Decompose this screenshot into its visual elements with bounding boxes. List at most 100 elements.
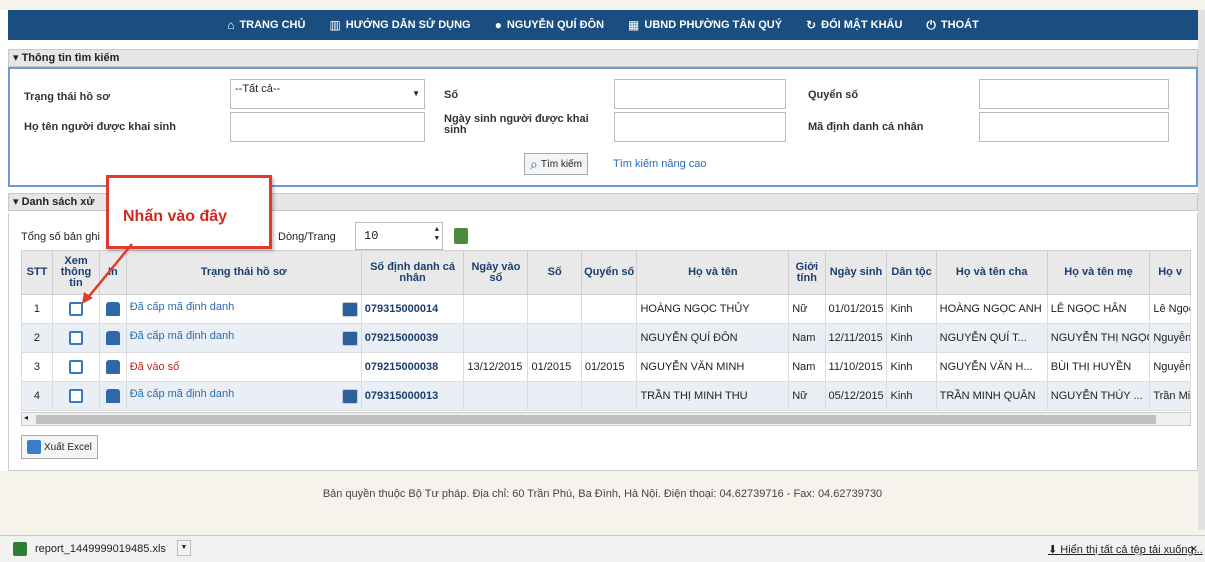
cell: Kinh [886, 352, 937, 382]
col-header[interactable]: Trạng thái hồ sơ [125, 250, 362, 295]
col-header[interactable]: Giới tính [788, 250, 826, 295]
refresh-icon: ↻ [806, 18, 817, 32]
search-panel-header[interactable]: ▾ Thông tin tìm kiếm [8, 49, 1198, 67]
col-header[interactable]: Họ và tên [636, 250, 790, 295]
printer-icon[interactable] [105, 331, 120, 345]
close-icon[interactable]: × [1190, 541, 1198, 556]
row-stt: 3 [21, 352, 53, 382]
chevron-down-icon[interactable]: ▼ [177, 540, 191, 556]
col-header[interactable]: Ngày vào sổ [463, 250, 529, 295]
export-excel-button[interactable]: Xuất Excel [21, 435, 98, 459]
view-details-icon[interactable] [68, 331, 83, 345]
building-icon: ▦ [628, 18, 640, 32]
nav-logout[interactable]: ⏻ THOÁT [914, 18, 990, 33]
download-filename[interactable]: report_1449999019485.xls [35, 543, 166, 555]
col-header[interactable]: Dân tộc [886, 250, 937, 295]
so-label: Số [444, 89, 459, 101]
id-cell: 079215000038 [360, 352, 465, 382]
advanced-search-link[interactable]: Tìm kiếm nâng cao [613, 158, 707, 170]
quyen-so-input[interactable] [979, 79, 1169, 109]
top-navbar: ⌂ TRANG CHỦ ▥ HƯỚNG DẪN SỬ DỤNG ● NGUYỄN QU… [8, 10, 1198, 40]
view-cell[interactable] [51, 323, 101, 353]
footer [0, 471, 1205, 535]
name-input[interactable] [230, 112, 425, 142]
printer-icon[interactable] [105, 389, 120, 403]
cell [463, 381, 529, 411]
cell: Nữ [788, 381, 826, 411]
view-cell[interactable] [51, 381, 101, 411]
nav-org[interactable]: ▦ UBND PHƯỜNG TÂN QUÝ [616, 18, 794, 32]
rows-per-page-stepper[interactable]: 10 ▲ ▼ [355, 222, 443, 250]
id-label: Mã định danh cá nhân [808, 121, 924, 133]
printer-icon[interactable] [105, 360, 120, 374]
name-cell: HOÀNG NGỌC THỦY [636, 294, 790, 324]
cell: NGUYỄN QUÍ T... [935, 323, 1048, 353]
cell [463, 323, 529, 353]
id-cell: 079215000039 [360, 323, 465, 353]
status-select[interactable]: --Tất cả-- ▼ [230, 79, 425, 109]
nav-user[interactable]: ● NGUYỄN QUÍ ĐÔN [483, 18, 616, 32]
book-icon: ▥ [329, 18, 341, 32]
nav-change-password[interactable]: ↻ ĐỔI MẬT KHẨU [794, 18, 914, 32]
book-icon[interactable] [341, 331, 358, 346]
print-cell[interactable] [99, 352, 127, 382]
col-header[interactable]: Ngày sinh [824, 250, 888, 295]
book-icon[interactable] [341, 302, 358, 317]
id-cell: 079315000013 [360, 381, 465, 411]
col-header[interactable]: STT [21, 250, 53, 295]
table-row[interactable]: 2 Đã cấp mã định danh 079215000039 NGUYỄ… [21, 323, 1191, 353]
scroll-left-icon[interactable]: ◂ [24, 413, 28, 422]
print-cell[interactable] [99, 323, 127, 353]
col-header[interactable]: Họ v [1149, 250, 1191, 295]
vertical-scrollbar[interactable] [1198, 10, 1205, 530]
so-input[interactable] [614, 79, 786, 109]
show-all-downloads-link[interactable]: ⬇ Hiển thị tất cả tệp tải xuống... [1048, 543, 1203, 556]
cell: Nam [788, 352, 826, 382]
book-icon[interactable] [341, 389, 358, 404]
nav-guide[interactable]: ▥ HƯỚNG DẪN SỬ DỤNG [317, 18, 482, 32]
excel-file-icon [13, 542, 27, 556]
dob-input[interactable] [614, 112, 786, 142]
cell: Nguyễn [1149, 323, 1191, 353]
spin-arrows-icon[interactable]: ▲ ▼ [435, 226, 439, 244]
power-icon: ⏻ [926, 17, 936, 32]
horizontal-scrollbar[interactable]: ◂ [21, 412, 1191, 426]
cell: Kinh [886, 381, 937, 411]
name-cell: NGUYỄN QUÍ ĐÔN [636, 323, 790, 353]
col-header[interactable]: Họ và tên cha [935, 250, 1048, 295]
quyen-so-label: Quyển số [808, 89, 859, 101]
cell: 01/2015 [527, 352, 582, 382]
print-cell[interactable] [99, 381, 127, 411]
nav-home[interactable]: ⌂ TRANG CHỦ [215, 18, 317, 32]
search-icon: ⌕ [530, 155, 538, 172]
view-details-icon[interactable] [68, 360, 83, 374]
view-cell[interactable] [51, 352, 101, 382]
status-cell: Đã vào sổ [125, 352, 362, 382]
id-input[interactable] [979, 112, 1169, 142]
status-cell: Đã cấp mã định danh [125, 323, 362, 353]
add-icon[interactable] [454, 228, 468, 244]
cell: 01/2015 [580, 352, 638, 382]
search-button[interactable]: ⌕ Tìm kiếm [524, 153, 588, 175]
dob-label: Ngày sinh người được khai sinh [444, 113, 589, 136]
table-row[interactable]: 3 Đã vào sổ 079215000038 13/12/2015 01/2… [21, 352, 1191, 382]
cell: 12/11/2015 [824, 323, 888, 353]
status-cell: Đã cấp mã định danh [125, 381, 362, 411]
table-row[interactable]: 1 Đã cấp mã định danh 079315000014 HOÀNG… [21, 294, 1191, 324]
col-header[interactable]: Quyển số [580, 250, 638, 295]
col-header[interactable]: Họ và tên mẹ [1046, 250, 1151, 295]
table-row[interactable]: 4 Đã cấp mã định danh 079315000013 TRẦN … [21, 381, 1191, 411]
cell: Kinh [886, 294, 937, 324]
chevron-down-icon: ▼ [412, 89, 420, 98]
view-details-icon[interactable] [68, 389, 83, 403]
col-header[interactable]: Số [527, 250, 582, 295]
col-header[interactable]: Số định danh cá nhân [360, 250, 465, 295]
cell [527, 294, 582, 324]
cell: Kinh [886, 323, 937, 353]
name-cell: TRẦN THỊ MINH THU [636, 381, 790, 411]
user-icon: ● [494, 18, 502, 32]
cell: 05/12/2015 [824, 381, 888, 411]
scroll-thumb[interactable] [36, 415, 1156, 424]
row-stt: 2 [21, 323, 53, 353]
cell: TRẦN MINH QUÂN [935, 381, 1048, 411]
